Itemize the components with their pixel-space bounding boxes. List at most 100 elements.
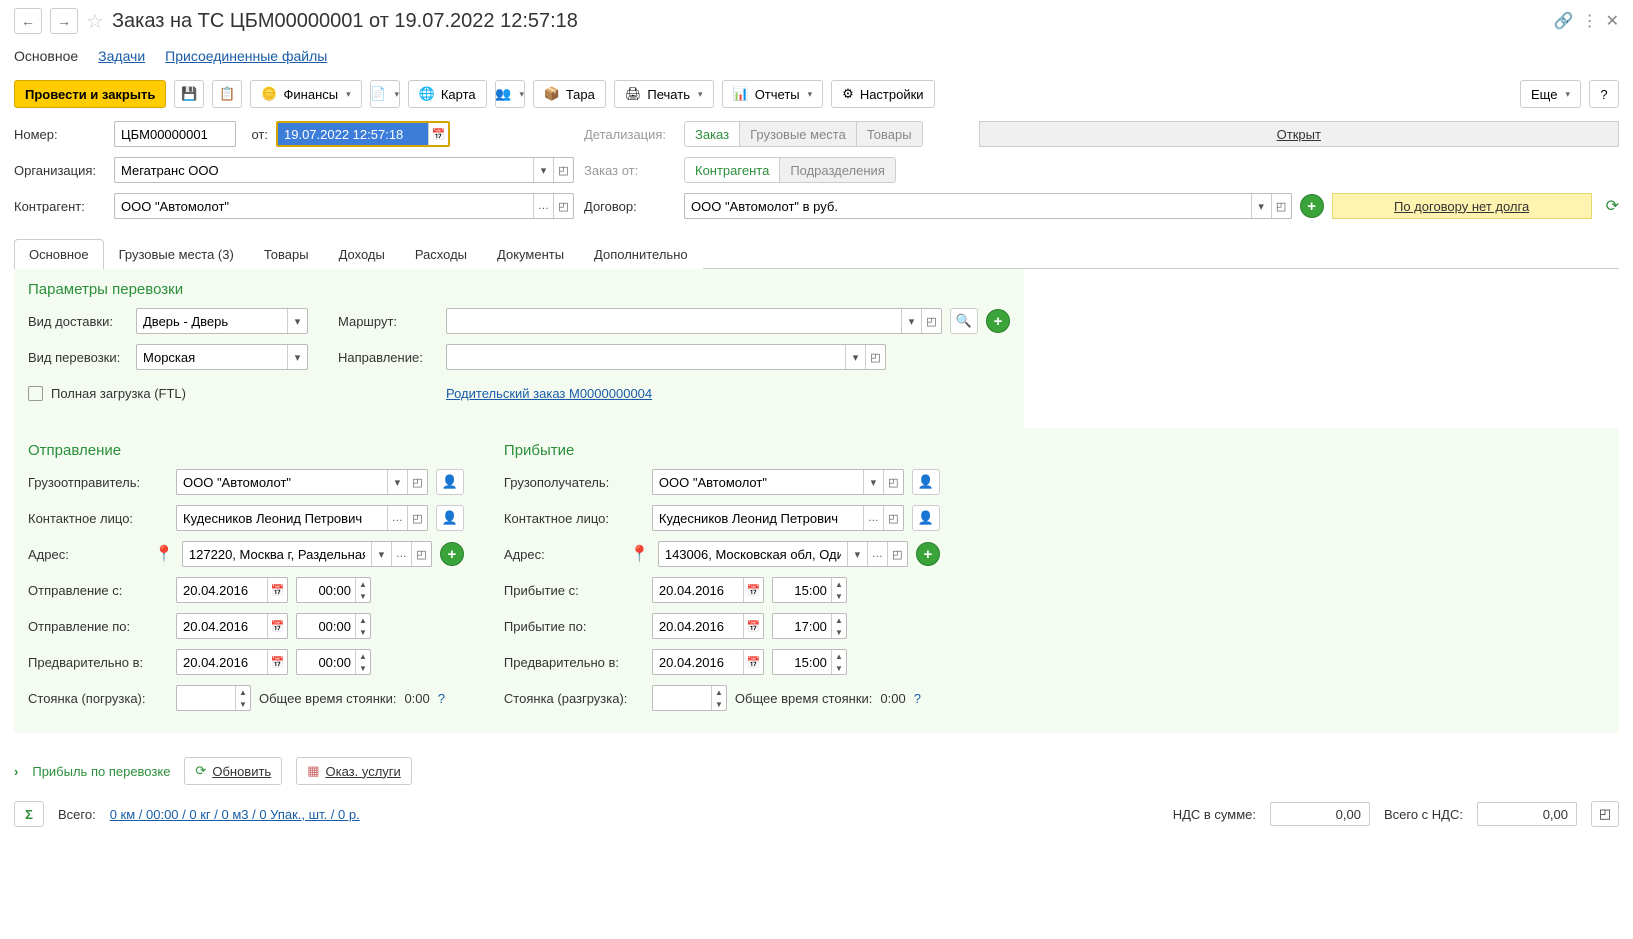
ellipsis-icon[interactable]: … bbox=[867, 542, 887, 566]
help-icon[interactable]: ? bbox=[438, 691, 445, 706]
spinner-up-icon[interactable]: ▲ bbox=[832, 614, 846, 626]
map-pin-icon[interactable]: 📍 bbox=[630, 544, 650, 564]
refresh-icon[interactable]: ⟳ bbox=[1606, 196, 1619, 216]
open-icon[interactable]: ◰ bbox=[553, 194, 573, 218]
expand-icon[interactable]: › bbox=[14, 764, 18, 779]
calendar-icon[interactable]: 📅 bbox=[428, 123, 448, 145]
post-button[interactable]: 📋 bbox=[212, 80, 242, 108]
open-icon[interactable]: ◰ bbox=[887, 542, 907, 566]
arr-to-time[interactable] bbox=[773, 619, 831, 634]
tab-income[interactable]: Доходы bbox=[324, 239, 400, 269]
tab-docs[interactable]: Документы bbox=[482, 239, 579, 269]
seg-contr[interactable]: Контрагента bbox=[685, 158, 780, 182]
open-icon[interactable]: ◰ bbox=[865, 345, 885, 369]
spinner-up-icon[interactable]: ▲ bbox=[356, 614, 370, 626]
arr-to-date[interactable] bbox=[653, 614, 743, 638]
back-button[interactable]: ← bbox=[14, 8, 42, 34]
spinner-up-icon[interactable]: ▲ bbox=[356, 578, 370, 590]
refresh-button[interactable]: ⟳Обновить bbox=[184, 757, 282, 785]
settings-button[interactable]: ⚙Настройки bbox=[831, 80, 934, 108]
tab-cargo[interactable]: Грузовые места (3) bbox=[104, 239, 249, 269]
chevron-down-icon[interactable]: ▾ bbox=[863, 470, 883, 494]
open-icon[interactable]: ◰ bbox=[411, 542, 431, 566]
open-icon[interactable]: ◰ bbox=[407, 470, 427, 494]
spinner-down-icon[interactable]: ▼ bbox=[712, 698, 726, 710]
arr-pre-date[interactable] bbox=[653, 650, 743, 674]
chevron-down-icon[interactable]: ▾ bbox=[287, 345, 307, 369]
tab-main[interactable]: Основное bbox=[14, 239, 104, 269]
org-input[interactable] bbox=[115, 158, 533, 182]
total-summary-link[interactable]: 0 км / 00:00 / 0 кг / 0 м3 / 0 Упак., шт… bbox=[110, 807, 360, 822]
chevron-down-icon[interactable]: ▾ bbox=[371, 542, 391, 566]
dep-pre-time[interactable] bbox=[297, 655, 355, 670]
arr-from-date[interactable] bbox=[653, 578, 743, 602]
arr-address-input[interactable] bbox=[659, 542, 847, 566]
contractor-input[interactable] bbox=[115, 194, 533, 218]
map-pin-icon[interactable]: 📍 bbox=[154, 544, 174, 564]
more-button[interactable]: Еще▾ bbox=[1520, 80, 1581, 108]
profit-label[interactable]: Прибыль по перевозке bbox=[32, 764, 170, 779]
spinner-down-icon[interactable]: ▼ bbox=[832, 590, 846, 602]
sigma-button[interactable]: Σ bbox=[14, 801, 44, 827]
add-contact-button[interactable]: 👤 bbox=[436, 505, 464, 531]
dep-from-date[interactable] bbox=[177, 578, 267, 602]
add-contract-button[interactable]: + bbox=[1300, 194, 1324, 218]
post-and-close-button[interactable]: Провести и закрыть bbox=[14, 80, 166, 108]
ellipsis-icon[interactable]: … bbox=[533, 194, 553, 218]
tab-extra[interactable]: Дополнительно bbox=[579, 239, 703, 269]
chevron-down-icon[interactable]: ▾ bbox=[533, 158, 553, 182]
add-route-button[interactable]: + bbox=[986, 309, 1010, 333]
route-input[interactable] bbox=[447, 309, 901, 333]
add-arr-address-button[interactable]: + bbox=[916, 542, 940, 566]
services-button[interactable]: ▦Оказ. услуги bbox=[296, 757, 412, 785]
calendar-icon[interactable]: 📅 bbox=[743, 650, 763, 674]
dep-from-time[interactable] bbox=[297, 583, 355, 598]
number-input[interactable] bbox=[115, 122, 235, 146]
link-icon[interactable]: 🔗 bbox=[1554, 11, 1574, 31]
add-shipper-button[interactable]: 👤 bbox=[436, 469, 464, 495]
calendar-icon[interactable]: 📅 bbox=[267, 614, 287, 638]
navtab-main[interactable]: Основное bbox=[14, 48, 78, 64]
add-address-button[interactable]: + bbox=[440, 542, 464, 566]
open-icon[interactable]: ◰ bbox=[883, 470, 903, 494]
navtab-tasks[interactable]: Задачи bbox=[98, 48, 145, 64]
spinner-down-icon[interactable]: ▼ bbox=[356, 626, 370, 638]
seg-cargo[interactable]: Грузовые места bbox=[740, 122, 857, 146]
spinner-down-icon[interactable]: ▼ bbox=[356, 662, 370, 674]
finances-button[interactable]: 🪙Финансы▾ bbox=[250, 80, 361, 108]
dep-to-time[interactable] bbox=[297, 619, 355, 634]
calendar-icon[interactable]: 📅 bbox=[267, 578, 287, 602]
spinner-down-icon[interactable]: ▼ bbox=[832, 662, 846, 674]
spinner-up-icon[interactable]: ▲ bbox=[832, 578, 846, 590]
open-icon[interactable]: ◰ bbox=[883, 506, 903, 530]
chevron-down-icon[interactable]: ▾ bbox=[387, 470, 407, 494]
forward-button[interactable]: → bbox=[50, 8, 78, 34]
delivery-type-input[interactable] bbox=[137, 309, 287, 333]
navtab-files[interactable]: Присоединенные файлы bbox=[165, 48, 327, 64]
shipper-input[interactable] bbox=[177, 470, 387, 494]
dep-stop-input[interactable] bbox=[177, 691, 235, 706]
open-icon[interactable]: ◰ bbox=[1271, 194, 1291, 218]
contract-input[interactable] bbox=[685, 194, 1251, 218]
print-button[interactable]: 🖨Печать▾ bbox=[614, 80, 714, 108]
kebab-icon[interactable]: ⋮ bbox=[1582, 11, 1598, 31]
arr-stop-input[interactable] bbox=[653, 691, 711, 706]
debt-status[interactable]: По договору нет долга bbox=[1332, 193, 1592, 219]
map-button[interactable]: 🌐Карта bbox=[408, 80, 487, 108]
ellipsis-icon[interactable]: … bbox=[391, 542, 411, 566]
seg-goods[interactable]: Товары bbox=[857, 122, 922, 146]
transport-type-input[interactable] bbox=[137, 345, 287, 369]
status-button[interactable]: Открыт bbox=[979, 121, 1619, 147]
spinner-up-icon[interactable]: ▲ bbox=[356, 650, 370, 662]
add-arr-contact-button[interactable]: 👤 bbox=[912, 505, 940, 531]
dep-contact-input[interactable] bbox=[177, 506, 387, 530]
spinner-down-icon[interactable]: ▼ bbox=[356, 590, 370, 602]
chevron-down-icon[interactable]: ▾ bbox=[901, 309, 921, 333]
tab-goods[interactable]: Товары bbox=[249, 239, 324, 269]
calendar-icon[interactable]: 📅 bbox=[743, 578, 763, 602]
dep-pre-date[interactable] bbox=[177, 650, 267, 674]
save-button[interactable]: 💾 bbox=[174, 80, 204, 108]
help-button[interactable]: ? bbox=[1589, 80, 1619, 108]
seg-dept[interactable]: Подразделения bbox=[780, 158, 895, 182]
spinner-up-icon[interactable]: ▲ bbox=[832, 650, 846, 662]
